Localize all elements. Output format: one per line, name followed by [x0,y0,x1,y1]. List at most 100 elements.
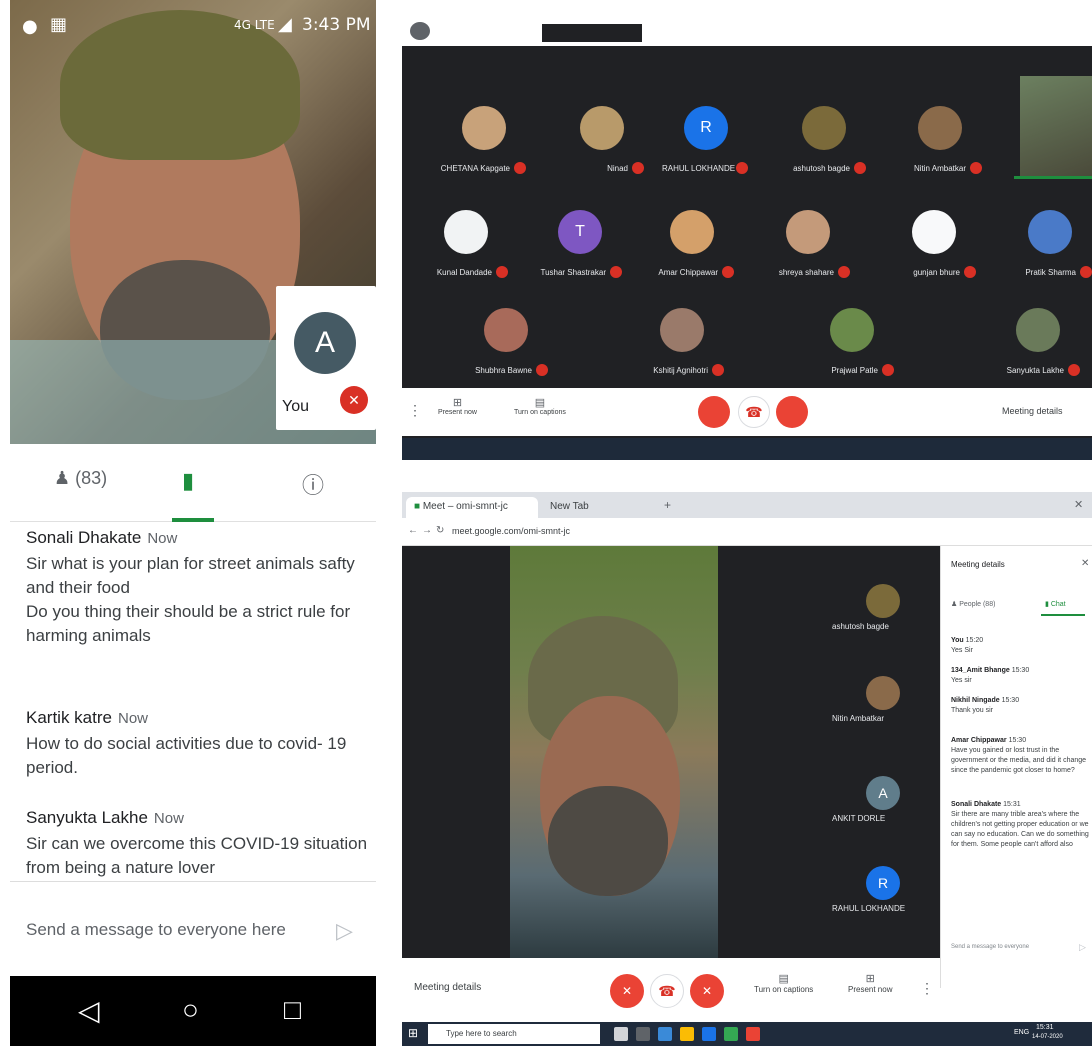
captions-label: Turn on captions [754,985,814,994]
participant-tile[interactable]: ashutosh bagde [780,106,868,174]
captions-button[interactable]: ▤ Turn on captions [514,396,566,416]
participant-name: Sanyukta Lakhe [1006,366,1064,375]
tab-chat[interactable]: ▮ [182,468,194,494]
message-input[interactable]: Send a message to everyone here ▷ [10,882,376,976]
taskbar-search[interactable]: Type here to search [428,1024,600,1044]
participant-tile[interactable]: Prajwal Patle [808,308,896,376]
captions-button[interactable]: ▤ Turn on captions [754,972,813,994]
present-now-button[interactable]: ⊞ Present now [848,972,892,994]
windows-start-icon[interactable]: ⊞ [408,1026,418,1040]
active-tab-indicator [1041,614,1085,616]
windows-taskbar [402,438,1092,460]
taskbar-clock: 15:31 [1036,1024,1054,1031]
tab-info[interactable]: ⓘ [302,468,324,500]
participant-tile[interactable]: Amar Chippawar [648,210,736,278]
more-options-icon[interactable]: ⋮ [920,980,934,997]
participant-tile[interactable]: Ninad [558,106,646,174]
participant-tile[interactable]: ashutosh bagde [832,584,936,631]
participant-tile[interactable]: R RAHUL LOKHANDE [832,866,936,913]
back-icon[interactable]: ◁ [78,994,100,1027]
chrome-icon[interactable] [746,1027,760,1041]
participant-tile[interactable]: Nitin Ambatkar [896,106,984,174]
meeting-details-link[interactable]: Meeting details [414,982,481,993]
participant-tile[interactable]: Kunal Dandade [422,210,510,278]
reload-icon[interactable]: ↻ [436,525,444,536]
tab-people[interactable]: ♟ (83) [54,468,107,489]
participant-tile[interactable]: gunjan bhure [890,210,978,278]
signal-icon: ◢ [278,14,292,35]
mic-off-button[interactable] [776,396,808,428]
more-options-icon[interactable]: ⋮ [408,402,422,419]
home-icon[interactable]: ○ [182,994,199,1026]
cortana-icon[interactable] [614,1027,628,1041]
windows-taskbar: ⊞ Type here to search ENG 15:31 14-07-20… [402,1022,1092,1046]
info-icon: ⓘ [302,473,325,498]
tab-meet[interactable]: ■ Meet – omi-smnt-jc [406,497,538,518]
participant-avatar [670,210,714,254]
captions-label: Turn on captions [514,409,566,416]
recents-icon[interactable]: □ [284,994,301,1026]
panel-title: Meeting details [951,560,1005,569]
send-icon[interactable]: ▷ [1079,942,1086,953]
chat-list[interactable]: Sonali Dhakate Now Sir what is your plan … [10,522,376,882]
mic-off-icon [838,266,850,278]
send-icon[interactable]: ▷ [336,918,353,944]
hangup-button[interactable]: ☎ [650,974,684,1008]
participant-avatar: T [558,210,602,254]
participant-tile[interactable]: Kshitij Agnihotri [638,308,726,376]
participant-tile[interactable]: Sanyukta Lakhe [994,308,1082,376]
meeting-details-link[interactable]: Meeting details [1002,406,1063,416]
chat-message: Nikhil Ningade 15:30 Thank you sir [951,696,1091,716]
mic-off-icon [854,162,866,174]
participant-name: Ninad [607,164,628,173]
close-window-icon[interactable]: ✕ [1074,498,1083,511]
participant-tile[interactable]: shreya shahare [764,210,852,278]
mic-off-icon [536,364,548,376]
message-placeholder: Send a message to everyone here [26,920,286,939]
back-icon[interactable]: ← [408,525,418,536]
camera-off-button[interactable]: ✕ [690,974,724,1008]
url-text: meet.google.com/omi-smnt-jc [452,526,571,536]
close-icon[interactable]: ✕ [1081,558,1089,569]
forward-icon[interactable]: → [422,525,432,536]
tab-new[interactable]: New Tab [542,497,652,518]
mic-off-icon [632,162,644,174]
store-icon[interactable] [702,1027,716,1041]
taskbar-date: 14-07-2020 [1032,1034,1063,1040]
chat-tab[interactable]: ▮ Chat [1045,600,1066,608]
participant-tile[interactable]: Shubhra Bawne [462,308,550,376]
explorer-icon[interactable] [680,1027,694,1041]
self-label: You [282,398,309,415]
chat-input[interactable]: Send a message to everyone [951,944,1029,950]
new-tab-icon[interactable]: + [664,498,671,512]
sender-name: Kartik katre [26,708,112,727]
people-tab[interactable]: ♟ People (88) [951,600,995,608]
message-text: Sir there are many trible area's where t… [951,811,1089,848]
hangup-button[interactable]: ☎ [738,396,770,428]
task-view-icon[interactable] [636,1027,650,1041]
self-view-tile[interactable]: A You ✕ [276,286,376,430]
participant-name: shreya shahare [778,268,834,277]
participant-tile[interactable]: T Tushar Shastrakar [536,210,624,278]
message-text: Thank you sir [951,707,994,714]
participant-tile[interactable]: A ANKIT DORLE [832,776,936,823]
participant-tile[interactable]: Pratik Sharma [1006,210,1092,278]
participant-tile[interactable]: Nitin Ambatkar [832,676,936,723]
participant-tile[interactable]: CHETANA Kapgate [440,106,528,174]
mic-off-icon [722,266,734,278]
participant-avatar [866,676,900,710]
mic-off-icon [712,364,724,376]
mic-off-button[interactable]: ✕ [610,974,644,1008]
message-time: 15:30 [1011,667,1030,674]
address-bar[interactable]: ← → ↻ meet.google.com/omi-smnt-jc [402,518,1092,546]
sender-name: Sonali Dhakate [26,528,142,547]
participant-avatar [912,210,956,254]
participant-avatar: R [866,866,900,900]
participant-name: Nitin Ambatkar [913,164,966,173]
whatsapp-icon[interactable] [724,1027,738,1041]
present-now-button[interactable]: ⊞ Present now [438,396,477,416]
edge-icon[interactable] [658,1027,672,1041]
participant-tile[interactable]: R RAHUL LOKHANDE [662,106,750,174]
participant-avatar: R [684,106,728,150]
camera-off-button[interactable] [698,396,730,428]
